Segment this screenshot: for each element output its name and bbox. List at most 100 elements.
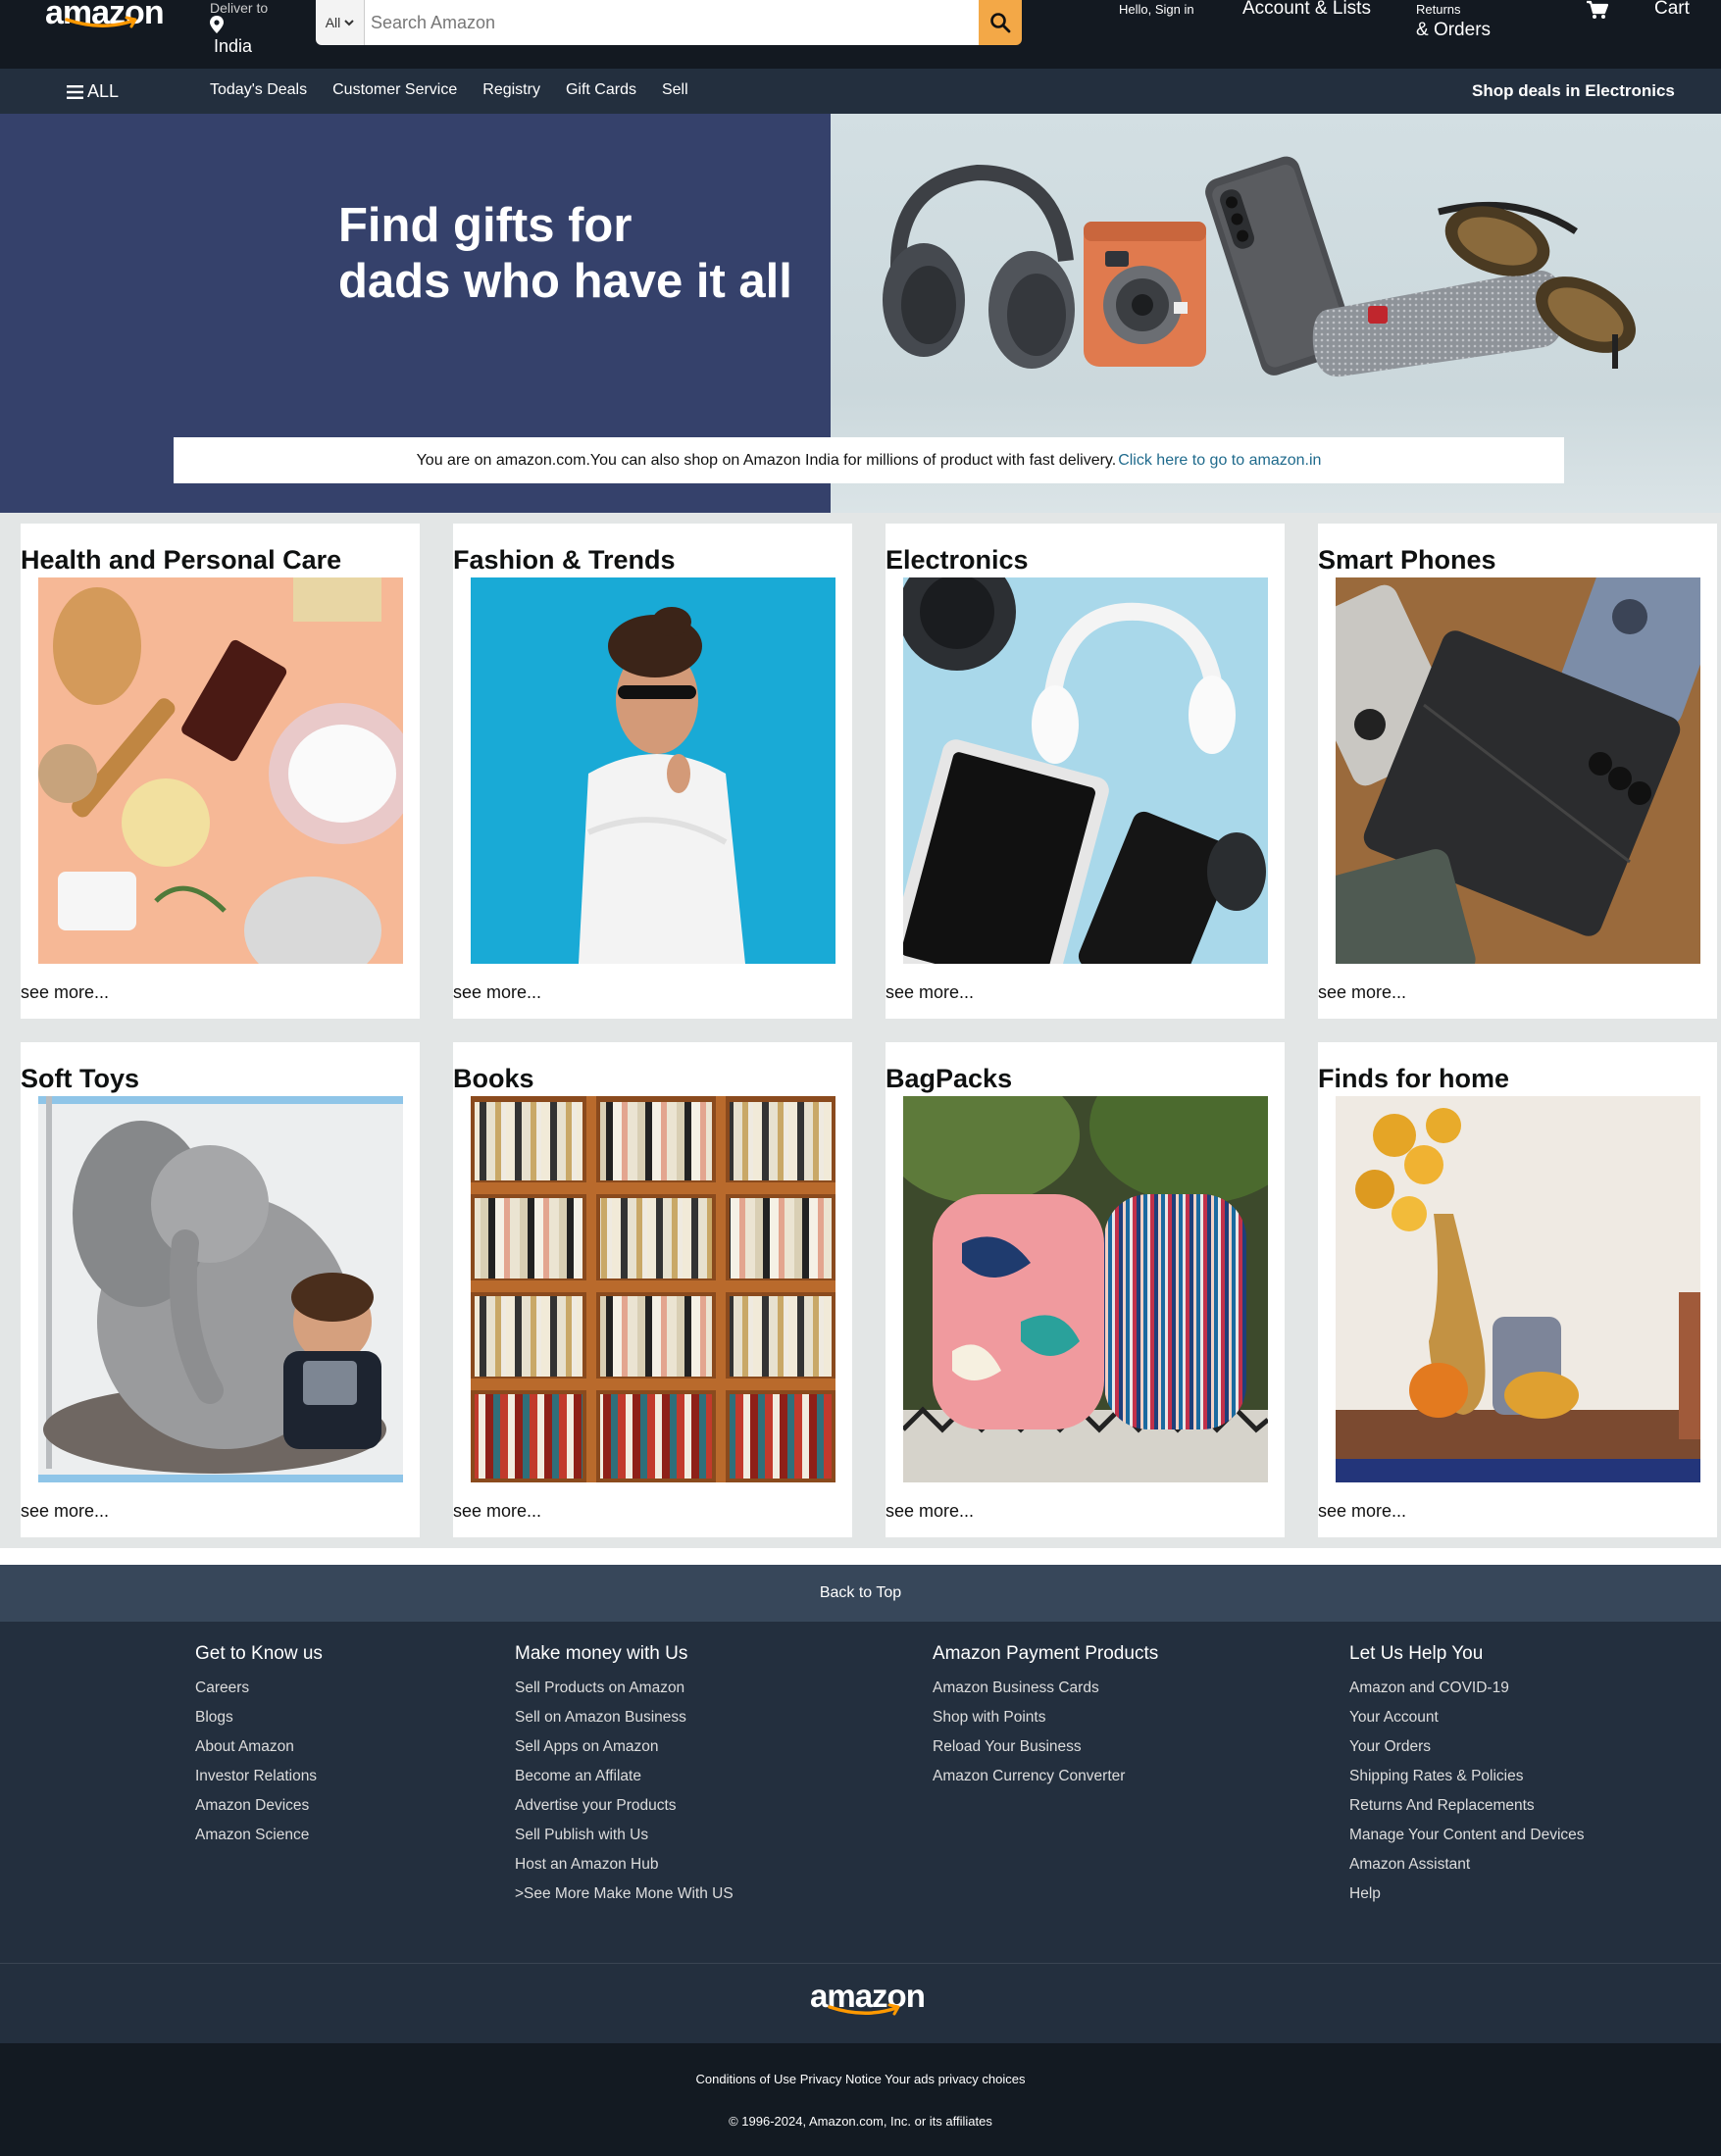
category-card-smartphones[interactable]: Smart Phones see more...: [1318, 524, 1717, 1019]
deliver-to[interactable]: Deliver to India: [210, 0, 269, 56]
see-more-link[interactable]: see more...: [453, 1501, 541, 1522]
hamburger-icon: [67, 84, 83, 99]
see-more-link[interactable]: see more...: [886, 1501, 974, 1522]
speaker-illustration: [1312, 270, 1565, 377]
orders-link[interactable]: & Orders: [1416, 20, 1491, 41]
footer-column-help: Let Us Help You Amazon and COVID-19 Your…: [1349, 1643, 1585, 1909]
nav-link-todays-deals[interactable]: Today's Deals: [210, 81, 307, 99]
nav-link-customer-service[interactable]: Customer Service: [332, 81, 457, 99]
amazon-smile-icon: [828, 2003, 900, 2016]
footer-link[interactable]: Your Orders: [1349, 1732, 1585, 1762]
footer-link[interactable]: Sell on Amazon Business: [515, 1703, 734, 1732]
health-care-image[interactable]: [38, 577, 403, 964]
footer-link[interactable]: Shop with Points: [933, 1703, 1158, 1732]
footer-link[interactable]: Host an Amazon Hub: [515, 1850, 734, 1880]
footer-link[interactable]: Your Account: [1349, 1703, 1585, 1732]
signin-link[interactable]: Hello, Sign in: [1119, 2, 1194, 17]
footer-link[interactable]: Returns And Replacements: [1349, 1791, 1585, 1821]
footer-amazon-logo[interactable]: amazon: [810, 1980, 928, 2024]
copyright: © 1996-2024, Amazon.com, Inc. or its aff…: [729, 2114, 992, 2129]
category-title: Finds for home: [1318, 1064, 1509, 1093]
footer-link[interactable]: Reload Your Business: [933, 1732, 1158, 1762]
footer-link[interactable]: Careers: [195, 1674, 323, 1703]
see-more-link[interactable]: see more...: [1318, 1501, 1406, 1522]
category-card-soft-toys[interactable]: Soft Toys see more...: [21, 1042, 420, 1537]
cart-icon[interactable]: [1587, 0, 1608, 20]
nav-links: Today's Deals Customer Service Registry …: [210, 81, 714, 99]
footer-link[interactable]: Blogs: [195, 1703, 323, 1732]
all-menu-button[interactable]: ALL: [67, 81, 119, 102]
hero-banner[interactable]: Find gifts for dads who have it all You …: [0, 114, 1721, 513]
footer-heading: Amazon Payment Products: [933, 1643, 1159, 1664]
footer-link[interactable]: Amazon Business Cards: [933, 1674, 1158, 1703]
see-more-link[interactable]: see more...: [21, 982, 109, 1003]
footer-link[interactable]: Amazon Science: [195, 1821, 323, 1850]
electronics-image[interactable]: [903, 577, 1268, 964]
footer-link[interactable]: Sell Products on Amazon: [515, 1674, 734, 1703]
nav-link-sell[interactable]: Sell: [662, 81, 688, 99]
footer-link[interactable]: Sell Publish with Us: [515, 1821, 734, 1850]
deliver-label: Deliver to: [210, 0, 269, 16]
smartphones-image[interactable]: [1336, 577, 1700, 964]
category-card-bagpacks[interactable]: BagPacks see more...: [886, 1042, 1285, 1537]
hero-products-image: [883, 156, 1636, 377]
footer-link[interactable]: Shipping Rates & Policies: [1349, 1762, 1585, 1791]
home-finds-image[interactable]: [1336, 1096, 1700, 1482]
footer-link[interactable]: Amazon Currency Converter: [933, 1762, 1158, 1791]
footer-link[interactable]: Amazon and COVID-19: [1349, 1674, 1585, 1703]
returns-label[interactable]: Returns: [1416, 2, 1461, 17]
footer-link[interactable]: Help: [1349, 1880, 1585, 1909]
nav-promo-link[interactable]: Shop deals in Electronics: [1472, 81, 1675, 101]
footer-link[interactable]: Investor Relations: [195, 1762, 323, 1791]
category-title: BagPacks: [886, 1064, 1013, 1093]
books-image[interactable]: [471, 1096, 835, 1482]
category-card-health[interactable]: Health and Personal Care see more...: [21, 524, 420, 1019]
footer-column-make-money: Make money with Us Sell Products on Amaz…: [515, 1643, 734, 1909]
see-more-link[interactable]: see more...: [21, 1501, 109, 1522]
region-notice: You are on amazon.com.You can also shop …: [174, 437, 1564, 483]
footer-links: Get to Know us Careers Blogs About Amazo…: [0, 1622, 1721, 1963]
footer-link[interactable]: About Amazon: [195, 1732, 323, 1762]
search-category-select[interactable]: All: [316, 0, 365, 45]
footer-link[interactable]: Amazon Devices: [195, 1791, 323, 1821]
cart-link[interactable]: Cart: [1654, 0, 1690, 20]
nav-link-gift-cards[interactable]: Gift Cards: [566, 81, 636, 99]
search-bar: All: [316, 0, 1022, 45]
search-input[interactable]: [365, 0, 979, 45]
see-more-link[interactable]: see more...: [886, 982, 974, 1003]
region-notice-text: You are on amazon.com.You can also shop …: [416, 451, 1117, 469]
search-button[interactable]: [979, 0, 1022, 45]
category-grid: Health and Personal Care see more... Fas…: [0, 513, 1721, 1548]
fashion-image[interactable]: [471, 577, 835, 964]
category-card-electronics[interactable]: Electronics see more...: [886, 524, 1285, 1019]
account-lists-link[interactable]: Account & Lists: [1242, 0, 1371, 20]
footer-link[interactable]: >See More Make Mone With US: [515, 1880, 734, 1909]
category-title: Health and Personal Care: [21, 545, 342, 575]
footer-heading: Let Us Help You: [1349, 1643, 1484, 1664]
location-pin-icon: [210, 16, 224, 33]
footer-column-get-to-know: Get to Know us Careers Blogs About Amazo…: [195, 1643, 323, 1850]
category-card-fashion[interactable]: Fashion & Trends see more...: [453, 524, 852, 1019]
footer-link[interactable]: Manage Your Content and Devices: [1349, 1821, 1585, 1850]
instant-camera-illustration: [1084, 222, 1206, 367]
legal-links[interactable]: Conditions of Use Privacy Notice Your ad…: [0, 2072, 1721, 2086]
amazon-logo[interactable]: amazon: [45, 0, 165, 37]
headphones-illustration: [883, 164, 1075, 369]
footer-link[interactable]: Advertise your Products: [515, 1791, 734, 1821]
chevron-down-icon: [344, 19, 354, 25]
nav-link-registry[interactable]: Registry: [482, 81, 540, 99]
see-more-link[interactable]: see more...: [453, 982, 541, 1003]
soft-toys-image[interactable]: [38, 1096, 403, 1482]
search-icon: [990, 13, 1011, 33]
bagpacks-image[interactable]: [903, 1096, 1268, 1482]
footer-link[interactable]: Sell Apps on Amazon: [515, 1732, 734, 1762]
see-more-link[interactable]: see more...: [1318, 982, 1406, 1003]
category-card-books[interactable]: Books see more...: [453, 1042, 852, 1537]
back-to-top-button[interactable]: Back to Top: [0, 1565, 1721, 1622]
footer-link[interactable]: Amazon Assistant: [1349, 1850, 1585, 1880]
footer-link[interactable]: Become an Affilate: [515, 1762, 734, 1791]
category-card-home[interactable]: Finds for home see more...: [1318, 1042, 1717, 1537]
region-notice-link[interactable]: Click here to go to amazon.in: [1118, 452, 1321, 470]
category-title: Books: [453, 1064, 534, 1093]
footer-bottom: Conditions of Use Privacy Notice Your ad…: [0, 2043, 1721, 2156]
